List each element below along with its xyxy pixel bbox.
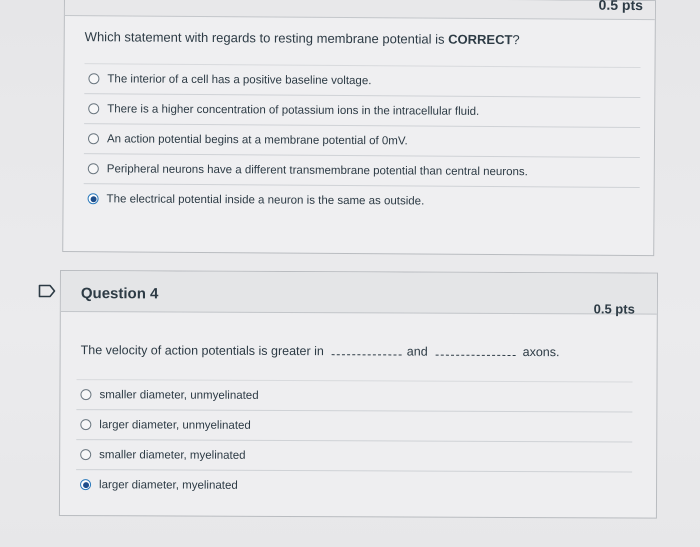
fill-in-blank-1 xyxy=(331,344,402,356)
question-4-card: Question 4 0.5 pts The velocity of actio… xyxy=(58,270,658,519)
question-4-answers: smaller diameter, unmyelinated larger di… xyxy=(76,379,633,502)
question-3-card: 0.5 pts Which statement with regards to … xyxy=(62,0,656,257)
radio-button[interactable] xyxy=(80,419,92,431)
question-3-answer-5[interactable]: The electrical potential inside a neuron… xyxy=(83,183,640,218)
answer-label: Peripheral neurons have a different tran… xyxy=(106,162,528,178)
question-3-answer-2[interactable]: There is a higher concentration of potas… xyxy=(84,93,641,128)
question-3-answer-4[interactable]: Peripheral neurons have a different tran… xyxy=(83,153,640,188)
radio-button[interactable] xyxy=(88,73,100,85)
answer-label: larger diameter, myelinated xyxy=(99,478,238,492)
question-4-text-part2: and xyxy=(406,344,428,359)
answer-label: smaller diameter, unmyelinated xyxy=(99,388,259,402)
question-4-points: 0.5 pts xyxy=(593,301,635,317)
question-4-header: Question 4 xyxy=(60,271,657,315)
radio-button[interactable] xyxy=(80,389,92,401)
question-4-answer-4[interactable]: larger diameter, myelinated xyxy=(76,469,633,502)
question-4-answer-2[interactable]: larger diameter, unmyelinated xyxy=(76,409,633,442)
question-4-answer-3[interactable]: smaller diameter, myelinated xyxy=(76,439,633,472)
fill-in-blank-2 xyxy=(435,344,516,356)
question-3-header xyxy=(64,0,655,21)
radio-button[interactable] xyxy=(87,133,100,145)
question-4-text-part3: axons. xyxy=(522,345,560,360)
flag-icon[interactable] xyxy=(38,284,56,298)
question-3-answer-3[interactable]: An action potential begins at a membrane… xyxy=(83,123,641,158)
answer-label: There is a higher concentration of potas… xyxy=(107,102,480,118)
question-3-text-prefix: Which statement with regards to resting … xyxy=(84,29,449,47)
answer-label: smaller diameter, myelinated xyxy=(99,448,246,462)
radio-button[interactable] xyxy=(87,163,99,175)
question-4-text-part1: The velocity of action potentials is gre… xyxy=(80,343,324,359)
answer-label: The electrical potential inside a neuron… xyxy=(106,192,425,208)
question-3-answers: The interior of a cell has a positive ba… xyxy=(83,63,641,218)
question-4-text: The velocity of action potentials is gre… xyxy=(81,343,560,359)
question-3-answer-1[interactable]: The interior of a cell has a positive ba… xyxy=(84,63,641,98)
question-3-points: 0.5 pts xyxy=(598,0,644,14)
question-3-text-suffix: ? xyxy=(512,32,520,48)
radio-button-selected[interactable] xyxy=(87,193,99,205)
radio-button-selected[interactable] xyxy=(80,479,92,491)
quiz-page: 0.5 pts Which statement with regards to … xyxy=(0,0,700,547)
question-4-title: Question 4 xyxy=(80,285,159,303)
answer-label: larger diameter, unmyelinated xyxy=(99,418,251,432)
question-3-text: Which statement with regards to resting … xyxy=(85,29,520,47)
radio-button[interactable] xyxy=(80,449,92,461)
question-3-text-emphasis: CORRECT xyxy=(448,31,513,48)
question-4-answer-1[interactable]: smaller diameter, unmyelinated xyxy=(76,379,633,412)
radio-button[interactable] xyxy=(88,103,100,115)
answer-label: The interior of a cell has a positive ba… xyxy=(107,72,372,87)
answer-label: An action potential begins at a membrane… xyxy=(106,132,408,147)
